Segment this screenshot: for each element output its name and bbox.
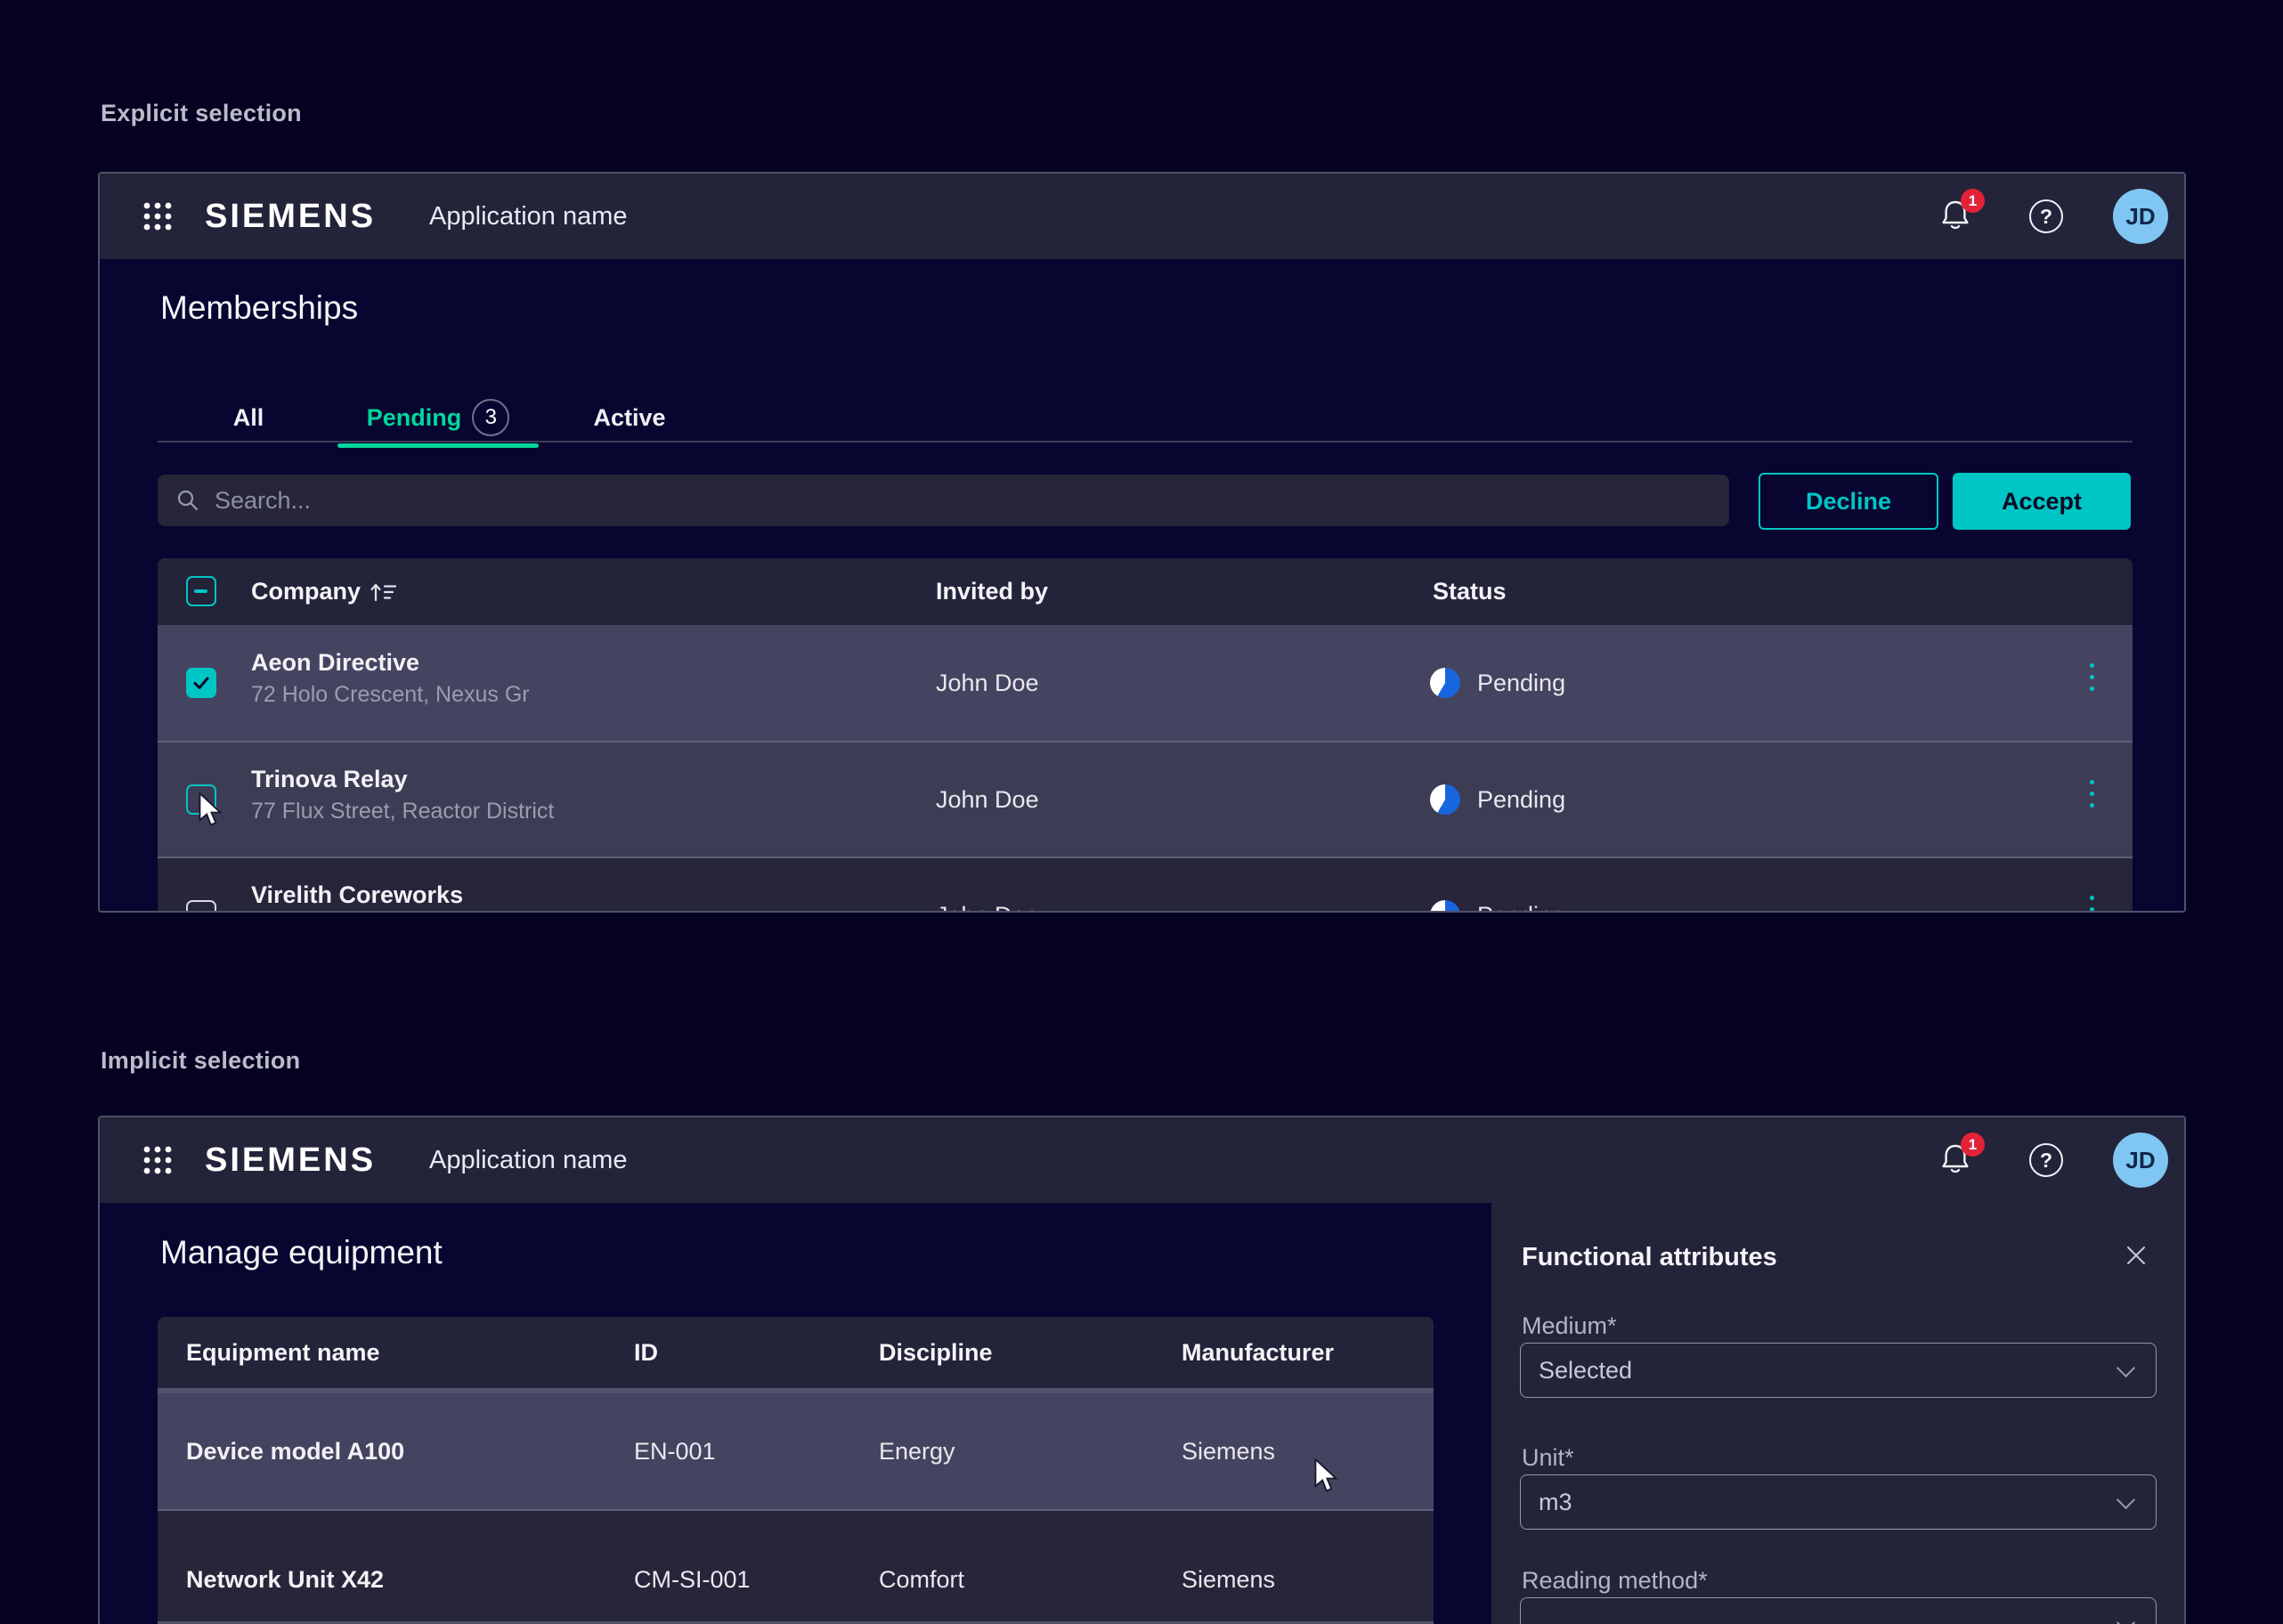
equipment-name: Network Unit X42 xyxy=(186,1566,384,1594)
status-value: Pending xyxy=(1477,902,1565,913)
column-company-label: Company xyxy=(251,578,361,605)
app-header: SIEMENS Application name 1 ? JD xyxy=(100,174,2184,259)
tab-all[interactable]: All xyxy=(209,391,288,444)
notification-badge: 1 xyxy=(1961,1133,1985,1157)
column-header-discipline: Discipline xyxy=(879,1339,993,1367)
invited-by-value: John Doe xyxy=(936,670,1039,697)
user-avatar[interactable]: JD xyxy=(2113,1133,2168,1188)
app-switcher-icon[interactable] xyxy=(142,1145,173,1175)
tab-pending[interactable]: Pending 3 xyxy=(337,391,539,444)
company-name: Trinova Relay xyxy=(251,766,408,793)
equipment-manufacturer: Siemens xyxy=(1182,1438,1275,1466)
column-header-status: Status xyxy=(1433,578,1507,605)
accept-button[interactable]: Accept xyxy=(1953,473,2131,530)
select-all-checkbox[interactable] xyxy=(186,576,216,606)
memberships-table-header: Company Invited by Status xyxy=(158,558,2133,625)
equipment-id: EN-001 xyxy=(634,1438,716,1466)
user-avatar[interactable]: JD xyxy=(2113,189,2168,244)
company-address: 72 Holo Crescent, Nexus Gr xyxy=(251,682,530,708)
column-header-equipment-name: Equipment name xyxy=(186,1339,380,1367)
row-menu-kebab-icon[interactable] xyxy=(2086,892,2098,913)
search-box xyxy=(158,475,1729,526)
question-icon: ? xyxy=(2040,205,2052,229)
membership-row[interactable]: Virelith Coreworks John Doe Pending xyxy=(158,857,2133,913)
invited-by-value: John Doe xyxy=(936,902,1039,913)
row-menu-kebab-icon[interactable] xyxy=(2086,660,2098,694)
medium-value: Selected xyxy=(1539,1357,2119,1384)
app-name: Application name xyxy=(429,202,627,231)
chevron-down-icon xyxy=(2116,1358,2135,1376)
equipment-name: Device model A100 xyxy=(186,1438,404,1466)
notifications-button[interactable]: 1 xyxy=(1938,198,1974,235)
manage-equipment-window: SIEMENS Application name 1 ? JD Manage e… xyxy=(98,1116,2186,1624)
section-label-explicit: Explicit selection xyxy=(101,100,302,127)
canvas: Explicit selection SIEMENS Application n… xyxy=(0,0,2283,1624)
decline-button[interactable]: Decline xyxy=(1759,473,1938,530)
panel-title: Functional attributes xyxy=(1522,1243,1777,1272)
app-header: SIEMENS Application name 1 ? JD xyxy=(100,1117,2184,1203)
medium-select[interactable]: Selected xyxy=(1520,1343,2157,1398)
help-button[interactable]: ? xyxy=(2029,1143,2063,1177)
invited-by-value: John Doe xyxy=(936,786,1039,814)
tab-all-label: All xyxy=(233,404,264,432)
membership-row[interactable]: Trinova Relay 77 Flux Street, Reactor Di… xyxy=(158,741,2133,857)
page-title: Memberships xyxy=(160,289,358,327)
row-checkbox[interactable] xyxy=(186,900,216,913)
status-pending-icon xyxy=(1430,668,1460,698)
status-pending-icon xyxy=(1430,900,1460,913)
status-value: Pending xyxy=(1477,786,1565,814)
column-header-company[interactable]: Company xyxy=(251,578,398,605)
notifications-button[interactable]: 1 xyxy=(1938,1141,1974,1179)
app-switcher-icon[interactable] xyxy=(142,201,173,231)
chevron-down-icon xyxy=(2116,1612,2135,1624)
tab-pending-count-badge: 3 xyxy=(472,399,509,436)
unit-select[interactable]: m3 xyxy=(1520,1474,2157,1530)
section-label-implicit: Implicit selection xyxy=(101,1047,300,1075)
reading-method-select[interactable] xyxy=(1520,1597,2157,1624)
company-name: Aeon Directive xyxy=(251,649,419,677)
equipment-id: CM-SI-001 xyxy=(634,1566,751,1594)
unit-label: Unit* xyxy=(1522,1444,1574,1472)
status-value: Pending xyxy=(1477,670,1565,697)
equipment-table-header: Equipment name ID Discipline Manufacture… xyxy=(158,1317,1434,1388)
tab-active-label: Active xyxy=(593,404,665,432)
row-checkbox-checked[interactable] xyxy=(186,668,216,698)
functional-attributes-panel: Functional attributes Medium* Selected U… xyxy=(1491,1202,2186,1624)
membership-row[interactable]: Aeon Directive 72 Holo Crescent, Nexus G… xyxy=(158,625,2133,741)
column-header-manufacturer: Manufacturer xyxy=(1182,1339,1334,1367)
equipment-manufacturer: Siemens xyxy=(1182,1566,1275,1594)
status-pending-icon xyxy=(1430,784,1460,815)
app-name: Application name xyxy=(429,1146,627,1175)
question-icon: ? xyxy=(2040,1149,2052,1173)
tab-pending-label: Pending xyxy=(367,404,462,432)
row-menu-kebab-icon[interactable] xyxy=(2086,776,2098,811)
page-title: Manage equipment xyxy=(160,1234,443,1271)
equipment-discipline: Comfort xyxy=(879,1566,964,1594)
close-icon[interactable] xyxy=(2124,1243,2149,1268)
memberships-window: SIEMENS Application name 1 ? JD Membersh… xyxy=(98,172,2186,913)
equipment-discipline: Energy xyxy=(879,1438,955,1466)
company-name: Virelith Coreworks xyxy=(251,881,463,909)
unit-value: m3 xyxy=(1539,1489,2119,1516)
sort-ascending-icon xyxy=(370,581,398,604)
chevron-down-icon xyxy=(2116,1490,2135,1508)
notification-badge: 1 xyxy=(1961,189,1985,213)
column-header-invited-by: Invited by xyxy=(936,578,1048,605)
siemens-logo: SIEMENS xyxy=(205,1141,376,1180)
medium-label: Medium* xyxy=(1522,1312,1617,1340)
equipment-row[interactable]: Device model A100 EN-001 Energy Siemens xyxy=(158,1393,1434,1509)
reading-method-label: Reading method* xyxy=(1522,1567,1708,1595)
tab-active[interactable]: Active xyxy=(565,391,694,444)
company-address: 77 Flux Street, Reactor District xyxy=(251,799,554,824)
search-input[interactable] xyxy=(213,486,1711,516)
help-button[interactable]: ? xyxy=(2029,199,2063,233)
search-icon xyxy=(175,488,200,513)
equipment-row[interactable]: Network Unit X42 CM-SI-001 Comfort Sieme… xyxy=(158,1509,1434,1624)
row-checkbox-hover[interactable] xyxy=(186,784,216,815)
column-header-id: ID xyxy=(634,1339,658,1367)
siemens-logo: SIEMENS xyxy=(205,198,376,236)
